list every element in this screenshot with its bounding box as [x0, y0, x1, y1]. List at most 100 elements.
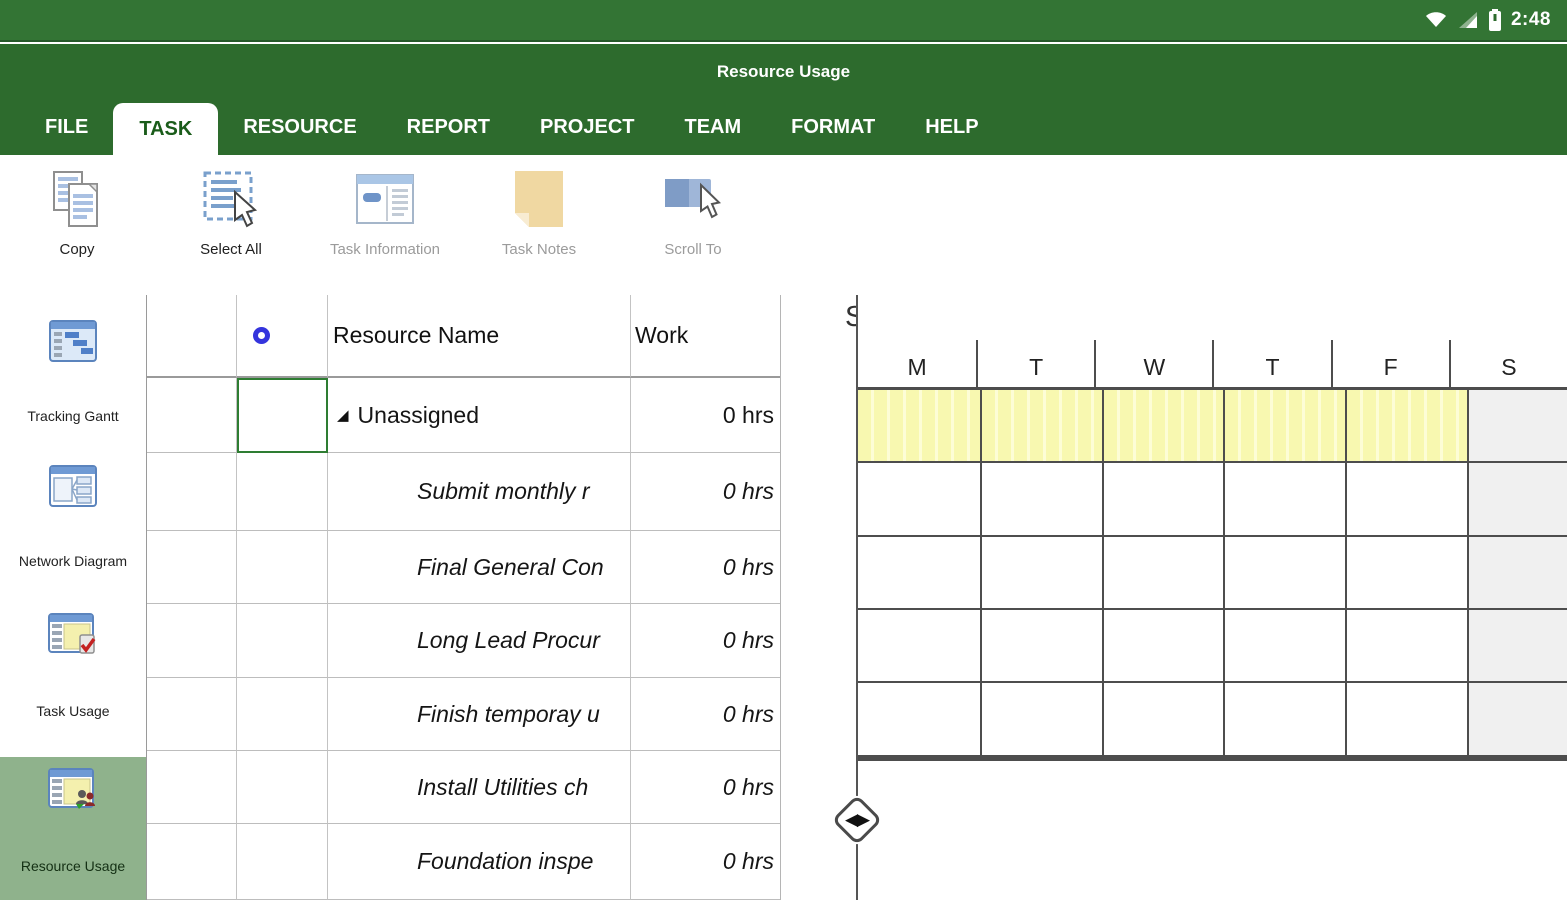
row-header-cell[interactable] — [147, 604, 237, 678]
status-time: 2:48 — [1510, 9, 1551, 30]
task-notes-icon — [513, 168, 565, 230]
usage-cell[interactable] — [1345, 683, 1468, 755]
menu-tab[interactable]: PROJECT — [515, 100, 659, 155]
indicator-cell[interactable] — [237, 453, 328, 531]
resource-name-cell[interactable]: Long Lead Procur — [328, 604, 631, 678]
usage-cell[interactable] — [1223, 390, 1346, 461]
usage-cell[interactable] — [1101, 537, 1224, 608]
grid-row — [858, 537, 1567, 610]
row-header-cell[interactable] — [147, 531, 237, 604]
row-header-cell[interactable] — [147, 678, 237, 751]
menu-tab[interactable]: RESOURCE — [218, 100, 381, 155]
work-cell[interactable]: 0 hrs — [631, 378, 780, 453]
resource-name-cell[interactable]: Install Utilities ch — [328, 751, 631, 824]
day-header-cell: M — [907, 354, 927, 380]
usage-cell[interactable] — [979, 537, 1102, 608]
usage-cell[interactable] — [1467, 610, 1567, 681]
usage-cell[interactable] — [1101, 463, 1224, 535]
menu-tab[interactable]: TASK — [113, 103, 219, 155]
row-header-cell[interactable] — [147, 453, 237, 531]
table-row: Submit monthly r 0 hrs — [147, 453, 780, 531]
day-header-cell: F — [1330, 340, 1449, 387]
sidebar-item-tracking-gantt[interactable]: Tracking Gantt — [0, 320, 146, 427]
task-information-button[interactable]: Task Information — [308, 155, 462, 295]
sidebar-item-network-diagram[interactable]: Network Diagram — [0, 465, 146, 572]
expand-collapse-icon[interactable]: ◢ — [337, 406, 349, 424]
resource-name-cell[interactable]: Finish temporay u — [328, 678, 631, 751]
task-usage-icon — [48, 613, 98, 662]
usage-cell[interactable] — [1467, 683, 1567, 755]
usage-cell[interactable] — [858, 463, 980, 535]
usage-cell[interactable] — [858, 390, 980, 461]
usage-cell[interactable] — [1223, 610, 1346, 681]
scroll-to-button[interactable]: Scroll To — [616, 155, 770, 295]
grid-row — [858, 759, 1567, 761]
resource-name-cell[interactable]: Submit monthly r — [328, 453, 631, 531]
row-header-cell[interactable] — [147, 824, 237, 900]
work-cell[interactable]: 0 hrs — [631, 453, 780, 531]
indicator-cell[interactable] — [237, 378, 328, 453]
usage-cell[interactable] — [1345, 537, 1468, 608]
row-header-column — [147, 295, 237, 378]
table-header-row: Resource Name Work — [147, 295, 780, 378]
usage-cell[interactable] — [979, 463, 1102, 535]
timephased-grid: M T W T F S — [856, 295, 1567, 900]
work-cell[interactable]: 0 hrs — [631, 678, 780, 751]
grid-row — [858, 610, 1567, 683]
work-cell[interactable]: 0 hrs — [631, 531, 780, 604]
usage-cell[interactable] — [1101, 610, 1224, 681]
resource-name-cell[interactable]: ◢ Unassigned — [328, 378, 631, 453]
work-column-header[interactable]: Work — [631, 295, 780, 378]
indicator-cell[interactable] — [237, 751, 328, 824]
pane-splitter-handle[interactable]: ◀▶ — [831, 794, 883, 846]
indicator-cell[interactable] — [237, 678, 328, 751]
usage-cell[interactable] — [858, 683, 980, 755]
usage-cell[interactable] — [979, 610, 1102, 681]
indicator-cell[interactable] — [237, 824, 328, 900]
usage-cell[interactable] — [1345, 610, 1468, 681]
select-all-button[interactable]: Select All — [154, 155, 308, 295]
usage-cell[interactable] — [1101, 683, 1224, 755]
menu-tab[interactable]: FORMAT — [766, 100, 900, 155]
row-header-cell[interactable] — [147, 751, 237, 824]
usage-cell[interactable] — [1345, 463, 1468, 535]
day-header-cell: T — [976, 340, 1094, 387]
work-cell[interactable]: 0 hrs — [631, 604, 780, 678]
sidebar-item-task-usage[interactable]: Task Usage — [0, 613, 146, 722]
page-title: Resource Usage — [716, 62, 851, 81]
indicator-column-header[interactable] — [237, 295, 328, 378]
view-sidebar: Tracking Gantt Network Diagram Task Usag… — [0, 295, 147, 900]
work-cell[interactable]: 0 hrs — [631, 824, 780, 900]
usage-cell[interactable] — [1101, 390, 1224, 461]
usage-cell[interactable] — [1223, 537, 1346, 608]
usage-cell[interactable] — [979, 390, 1102, 461]
indicator-cell[interactable] — [237, 604, 328, 678]
menu-tab[interactable]: REPORT — [382, 100, 515, 155]
menu-tab[interactable]: TEAM — [659, 100, 766, 155]
row-header-cell[interactable] — [147, 378, 237, 453]
resource-name-cell[interactable]: Foundation inspe — [328, 824, 631, 900]
usage-cell[interactable] — [1467, 390, 1567, 461]
work-cell[interactable]: 0 hrs — [631, 751, 780, 824]
usage-cell[interactable] — [858, 537, 980, 608]
menu-tab[interactable]: FILE — [20, 100, 113, 155]
usage-cell[interactable] — [1223, 683, 1346, 755]
usage-cell[interactable] — [1223, 463, 1346, 535]
usage-cell[interactable] — [1467, 537, 1567, 608]
indicator-cell[interactable] — [237, 531, 328, 604]
menu-tab[interactable]: HELP — [900, 100, 1003, 155]
usage-cell[interactable] — [858, 610, 980, 681]
task-notes-button[interactable]: Task Notes — [462, 155, 616, 295]
usage-cell[interactable] — [1345, 390, 1468, 461]
resource-name-column-header[interactable]: Resource Name — [328, 295, 631, 378]
sidebar-item-resource-usage[interactable]: Resource Usage — [0, 757, 146, 900]
timescale-major-row — [858, 295, 1567, 340]
battery-icon — [1488, 9, 1502, 31]
usage-cell[interactable] — [979, 683, 1102, 755]
cell-signal-icon — [1457, 10, 1479, 30]
resource-name-cell[interactable]: Final General Con — [328, 531, 631, 604]
copy-button[interactable]: Copy — [0, 155, 154, 295]
usage-cell[interactable] — [1467, 463, 1567, 535]
splitter-arrows-icon: ◀▶ — [844, 810, 870, 829]
select-all-icon — [202, 168, 260, 230]
